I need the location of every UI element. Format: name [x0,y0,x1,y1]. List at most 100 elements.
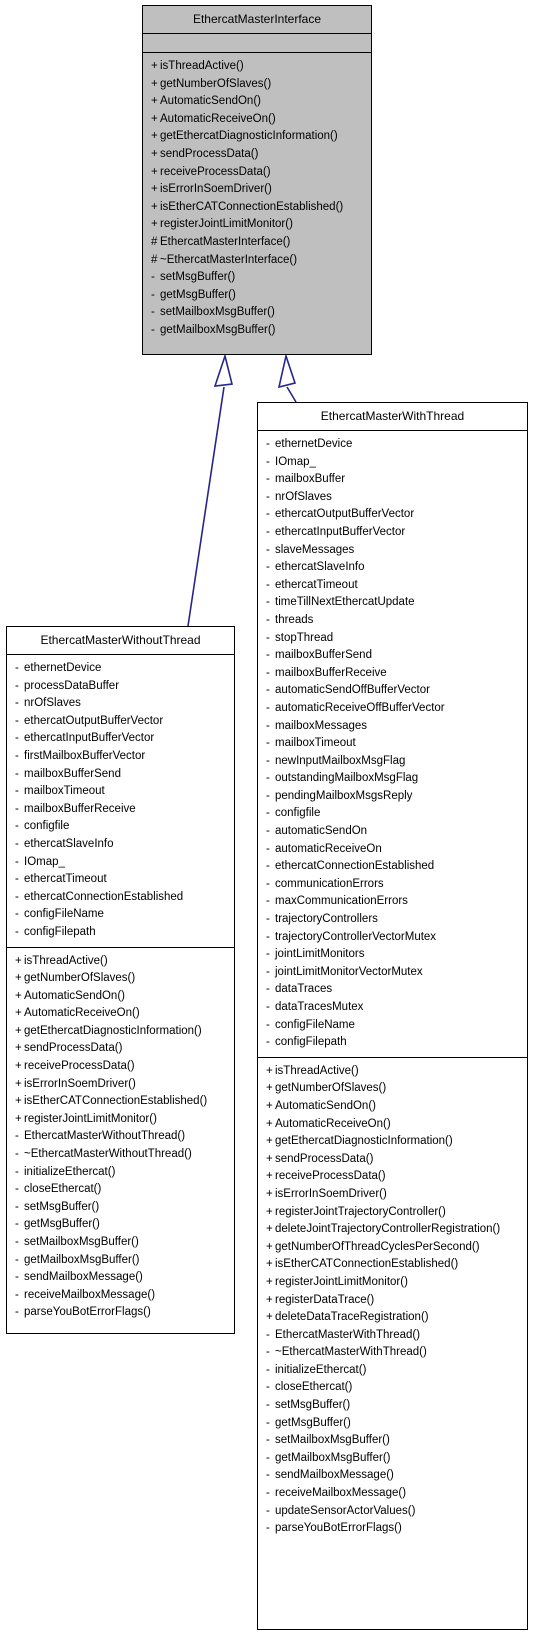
class-member: - ethercatSlaveInfo [7,836,234,854]
member-label: ethercatTimeout [275,578,358,591]
member-label: configFilepath [275,1036,347,1049]
member-label: ethercatOutputBufferVector [24,714,164,727]
member-label: ethernetDevice [24,662,102,674]
class-member: + AutomaticSendOn() [7,988,234,1006]
class-box-ethercat-master-without-thread[interactable]: EthercatMasterWithoutThread - ethernetDev… [6,626,235,1334]
visibility-marker: # [151,253,158,266]
class-member: - automaticSendOn [258,823,527,841]
visibility-marker: + [151,60,158,72]
member-label: isThreadActive() [24,954,108,967]
member-label: outstandingMailboxMsgFlag [275,772,419,785]
member-label: receiveProcessData() [24,1060,135,1073]
visibility-marker: + [15,1060,22,1073]
visibility-marker: - [266,789,270,802]
class-member: - IOmap_ [258,454,527,472]
member-label: dataTraces [275,983,333,996]
class-box-ethercat-master-with-thread[interactable]: EthercatMasterWithThread - ethernetDevice… [257,402,528,1630]
visibility-marker: + [15,1042,22,1055]
class-member: + registerJointLimitMonitor() [7,1111,234,1129]
class-member: - mailboxTimeout [258,735,527,753]
member-label: receiveProcessData() [160,165,271,178]
visibility-marker: - [266,772,270,785]
visibility-marker: - [266,1416,270,1429]
visibility-marker: - [15,873,19,886]
visibility-marker: - [15,1271,19,1284]
class-box-ethercat-master-interface[interactable]: EthercatMasterInterface + isThreadActive(… [142,5,372,355]
class-member: - receiveMailboxMessage() [258,1485,527,1503]
visibility-marker: - [151,306,155,319]
class-member: + registerJointLimitMonitor() [143,216,371,234]
class-member: - mailboxTimeout [7,783,234,801]
member-label: AutomaticSendOn() [24,989,125,1002]
visibility-marker: - [266,825,270,838]
member-label: sendProcessData() [275,1152,374,1165]
class-member: - ethercatTimeout [258,577,527,595]
member-label: configFileName [24,908,104,921]
member-label: mailboxBuffer [275,473,346,486]
inheritance-edge-without-thread [187,353,233,627]
member-label: AutomaticReceiveOn() [160,112,276,125]
class-member: - getMsgBuffer() [7,1216,234,1234]
class-member: # ~EthercatMasterInterface() [143,252,371,270]
visibility-marker: - [266,1328,270,1341]
member-label: sendMailboxMessage() [275,1469,394,1482]
class-member: + receiveProcessData() [143,164,371,182]
class-member: - trajectoryControllerVectorMutex [258,929,527,947]
member-label: configFileName [275,1018,355,1031]
member-label: pendingMailboxMsgsReply [275,789,413,802]
member-label: deleteDataTraceRegistration() [275,1311,429,1324]
member-label: ethercatOutputBufferVector [275,508,415,521]
class-member: + isEtherCATConnectionEstablished() [7,1093,234,1111]
class-member: + AutomaticReceiveOn() [143,111,371,129]
visibility-marker: - [151,323,155,336]
visibility-marker: + [266,1082,273,1095]
class-member: + registerJointTrajectoryController() [258,1204,527,1222]
visibility-marker: + [266,1275,273,1288]
member-label: getMailboxMsgBuffer() [160,323,276,336]
attributes-compartment: - ethernetDevice - processDataBuffer - nrOfSl… [7,655,234,948]
member-label: automaticReceiveOn [275,842,382,855]
visibility-marker: - [15,714,19,727]
member-label: closeEthercat() [24,1183,102,1196]
visibility-marker: - [151,271,155,284]
visibility-marker: - [266,1399,270,1412]
hollow-triangle-arrowhead-icon [277,353,297,389]
member-label: ~EthercatMasterWithThread() [275,1346,427,1359]
hollow-triangle-arrowhead-icon [213,353,233,387]
class-member: - ethercatInputBufferVector [258,524,527,542]
class-member: - getMsgBuffer() [143,287,371,305]
inheritance-edge-with-thread [277,353,297,403]
class-member: - jointLimitMonitorVectorMutex [258,964,527,982]
member-label: configFilepath [24,925,96,938]
visibility-marker: - [266,666,270,679]
class-member: + deleteDataTraceRegistration() [258,1309,527,1327]
class-member: - newInputMailboxMsgFlag [258,753,527,771]
member-label: ~EthercatMasterWithoutThread() [24,1148,192,1161]
class-member: + sendProcessData() [258,1151,527,1169]
visibility-marker: - [266,438,270,450]
class-member: - configFileName [7,906,234,924]
visibility-marker: + [151,200,158,213]
visibility-marker: - [266,983,270,996]
class-member: - configfile [258,805,527,823]
member-label: setMailboxMsgBuffer() [160,306,275,319]
member-label: communicationErrors [275,877,384,890]
visibility-marker: - [266,455,270,468]
visibility-marker: + [15,989,22,1002]
class-member: - EthercatMasterWithoutThread() [7,1128,234,1146]
member-label: ethercatInputBufferVector [24,732,155,745]
class-member: + isThreadActive() [7,953,234,971]
member-label: initializeEthercat() [24,1165,116,1178]
visibility-marker: # [151,235,158,248]
visibility-marker: - [266,543,270,556]
visibility-marker: - [15,1148,19,1161]
visibility-marker: - [266,737,270,750]
visibility-marker: - [15,890,19,903]
visibility-marker: + [151,130,158,143]
visibility-marker: + [266,1293,273,1306]
visibility-marker: + [15,1007,22,1020]
visibility-marker: - [266,1346,270,1359]
visibility-marker: + [266,1205,273,1218]
visibility-marker: + [151,218,158,231]
visibility-marker: + [15,1112,22,1125]
